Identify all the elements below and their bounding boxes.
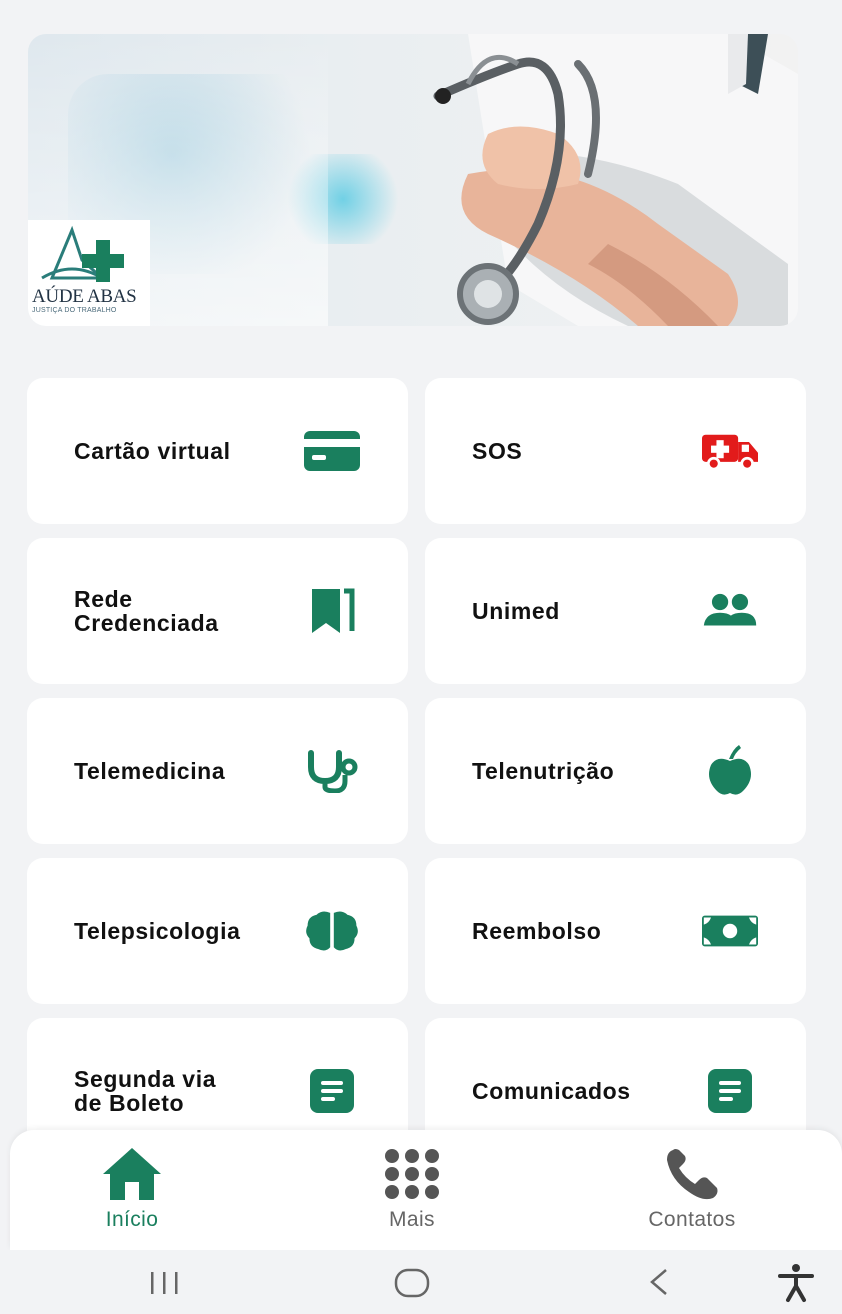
- card-label: Telepsicologia: [74, 918, 241, 944]
- logo-subtext: JUSTIÇA DO TRABALHO: [32, 307, 117, 314]
- hero-banner: AÚDE ABAS JUSTIÇA DO TRABALHO: [28, 34, 798, 326]
- logo-text: AÚDE ABAS: [32, 286, 137, 307]
- nav-label-contatos: Contatos: [648, 1208, 736, 1231]
- card-label: Rede Credenciada: [74, 586, 219, 636]
- card-label: Telemedicina: [74, 758, 226, 784]
- card-label: Telenutrição: [472, 758, 615, 784]
- nav-label-mais: Mais: [389, 1208, 435, 1231]
- card-reembolso[interactable]: Reembolso: [425, 858, 806, 1004]
- card-telenutricao[interactable]: Telenutrição: [425, 698, 806, 844]
- home-circle-icon[interactable]: [390, 1260, 434, 1304]
- card-label: Comunicados: [472, 1078, 631, 1104]
- nav-inicio[interactable]: Início: [32, 1130, 232, 1250]
- nav-contatos[interactable]: Contatos: [592, 1130, 792, 1250]
- card-unimed[interactable]: Unimed: [425, 538, 806, 684]
- document-icon: [702, 1066, 758, 1116]
- apple-icon: [702, 745, 758, 796]
- back-icon[interactable]: [640, 1260, 680, 1304]
- card-label: Cartão virtual: [74, 438, 231, 464]
- credit-card-icon: [304, 426, 360, 476]
- bottom-navigation: Início Mais Contatos: [10, 1130, 842, 1250]
- card-label: Reembolso: [472, 918, 602, 944]
- doctor-illustration: [433, 34, 798, 326]
- card-label: SOS: [472, 438, 523, 464]
- system-navigation-bar: [0, 1250, 842, 1314]
- brain-icon: [304, 906, 360, 956]
- users-icon: [702, 586, 758, 636]
- logo-icon: [41, 225, 124, 282]
- phone-icon: [667, 1149, 718, 1200]
- nav-label-inicio: Início: [105, 1208, 159, 1231]
- card-telemedicina[interactable]: Telemedicina: [27, 698, 408, 844]
- card-telepsicologia[interactable]: Telepsicologia: [27, 858, 408, 1004]
- card-label: Segunda via de Boleto: [74, 1066, 217, 1116]
- stethoscope-icon: [304, 746, 360, 796]
- recent-apps-icon[interactable]: [145, 1260, 185, 1304]
- card-label: Unimed: [472, 598, 560, 624]
- grid-dots-icon: [385, 1149, 439, 1199]
- card-rede-credenciada[interactable]: Rede Credenciada: [27, 538, 408, 684]
- nav-mais[interactable]: Mais: [312, 1130, 512, 1250]
- money-bill-icon: [702, 906, 758, 956]
- home-icon: [103, 1148, 161, 1200]
- bookmark-icon: [304, 586, 360, 636]
- card-cartao-virtual[interactable]: Cartão virtual: [27, 378, 408, 524]
- document-icon: [304, 1066, 360, 1116]
- accessibility-icon[interactable]: [774, 1260, 818, 1304]
- card-sos[interactable]: SOS: [425, 378, 806, 524]
- ambulance-icon: [702, 426, 758, 476]
